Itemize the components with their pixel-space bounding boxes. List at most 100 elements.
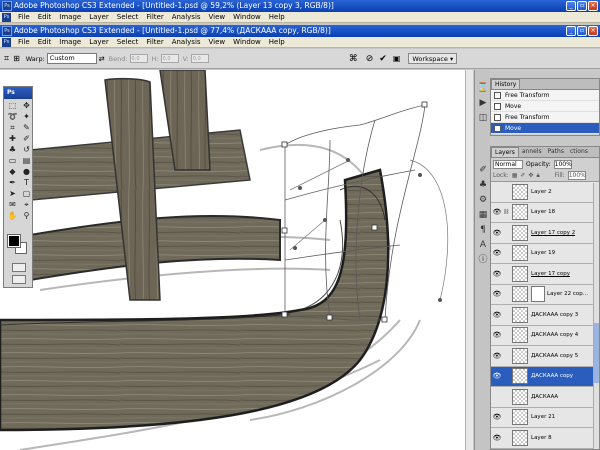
navigator-panel-icon[interactable]: ◫	[477, 112, 489, 124]
menu-window[interactable]: Window	[229, 12, 265, 23]
blend-mode-select[interactable]: Normal	[493, 159, 523, 169]
menu-analysis[interactable]: Analysis	[168, 37, 205, 48]
tab-channels[interactable]: annels	[518, 147, 545, 157]
lasso-tool-icon[interactable]: ➰	[6, 112, 19, 122]
menu-select[interactable]: Select	[113, 12, 143, 23]
bend-field[interactable]: 0,0	[129, 54, 148, 63]
menu-image[interactable]: Image	[55, 37, 85, 48]
menu-image[interactable]: Image	[55, 12, 85, 23]
zoom-tool-icon[interactable]: ⚲	[20, 211, 33, 221]
screen-mode-icon[interactable]	[12, 275, 26, 284]
brushes-panel-icon[interactable]: ✐	[477, 164, 489, 176]
tab-layers[interactable]: Layers	[491, 147, 519, 157]
menu-layer[interactable]: Layer	[85, 12, 113, 23]
healing-brush-tool-icon[interactable]: ✚	[6, 134, 19, 144]
cancel-transform-icon[interactable]: ⊘	[366, 54, 374, 64]
history-panel-icon[interactable]: ⌛	[477, 82, 489, 94]
layer-row[interactable]: 👁︎ Layer 21	[491, 407, 599, 428]
layer-row[interactable]: 👁︎ Layer 17 copy	[491, 264, 599, 285]
minimize-button[interactable]: _	[566, 26, 576, 36]
layer-mask-thumbnail[interactable]	[531, 286, 545, 303]
character-panel-icon[interactable]: A	[477, 239, 489, 251]
menu-analysis[interactable]: Analysis	[168, 12, 205, 23]
document-canvas[interactable]	[0, 70, 465, 450]
menu-help[interactable]: Help	[265, 12, 289, 23]
tool-presets-panel-icon[interactable]: ⚙	[477, 194, 489, 206]
notes-tool-icon[interactable]: ✉	[6, 200, 19, 210]
warp-style-select[interactable]: Custom	[46, 53, 97, 64]
history-state[interactable]: Move	[491, 101, 599, 112]
close-button[interactable]: ×	[588, 1, 598, 11]
eye-icon[interactable]: 👁︎	[491, 372, 503, 380]
fill-field[interactable]: 100%	[567, 171, 586, 180]
workspace-menu[interactable]: Workspace ▾	[408, 53, 458, 64]
eye-icon[interactable]: 👁︎	[491, 413, 503, 421]
menu-edit[interactable]: Edit	[34, 12, 56, 23]
opacity-field[interactable]: 100%	[553, 159, 572, 169]
eraser-tool-icon[interactable]: ▭	[6, 156, 19, 166]
menu-view[interactable]: View	[205, 37, 230, 48]
layer-row[interactable]: 👁︎ Layer 17 copy 2	[491, 223, 599, 244]
lock-all-icon[interactable]: 🔒︎	[536, 172, 539, 180]
eye-icon[interactable]: 👁︎	[491, 352, 503, 360]
switch-transform-icon[interactable]: ⌘	[349, 54, 358, 64]
slice-tool-icon[interactable]: ✎	[20, 123, 33, 133]
gradient-tool-icon[interactable]: ▤	[20, 156, 33, 166]
menu-select[interactable]: Select	[113, 37, 143, 48]
info-panel-icon[interactable]: ⓘ	[477, 254, 489, 266]
menu-help[interactable]: Help	[265, 37, 289, 48]
layer-row[interactable]: 👁︎ ДАСКААА copy 5	[491, 346, 599, 367]
history-state-selected[interactable]: Move	[491, 123, 599, 134]
v-distortion-field[interactable]: 0,0	[190, 54, 209, 63]
menu-layer[interactable]: Layer	[85, 37, 113, 48]
warp-orientation-icon[interactable]: ⇄	[99, 55, 105, 63]
eye-icon[interactable]: 👁︎	[491, 208, 503, 216]
history-state[interactable]: Free Transform	[491, 90, 599, 101]
lock-position-icon[interactable]: ✥	[528, 172, 533, 179]
lock-pixels-icon[interactable]: ✐	[520, 172, 525, 179]
layer-row-selected[interactable]: 👁︎ ДАСКААА copy	[491, 366, 599, 387]
actions-panel-icon[interactable]: ▶	[477, 97, 489, 109]
layer-row[interactable]: ДАСКААА	[491, 387, 599, 408]
menu-file[interactable]: File	[14, 12, 34, 23]
lock-transparency-icon[interactable]: ▦	[512, 172, 518, 179]
eye-icon[interactable]: 👁︎	[491, 229, 503, 237]
canvas-vertical-scrollbar[interactable]	[465, 70, 473, 450]
menu-window[interactable]: Window	[229, 37, 265, 48]
tab-paths[interactable]: Paths	[544, 147, 567, 157]
eyedropper-tool-icon[interactable]: ⌖	[20, 200, 33, 210]
menu-filter[interactable]: Filter	[142, 37, 167, 48]
marquee-tool-icon[interactable]: ⬚	[6, 101, 19, 111]
layer-row[interactable]: 👁︎ ⛓ Layer 18	[491, 202, 599, 223]
restore-button[interactable]: ▫	[577, 1, 587, 11]
layers-scrollbar[interactable]	[593, 183, 599, 449]
menu-edit[interactable]: Edit	[34, 37, 56, 48]
eye-icon[interactable]: 👁︎	[491, 249, 503, 257]
commit-transform-icon[interactable]: ✔	[379, 54, 387, 64]
menu-filter[interactable]: Filter	[142, 12, 167, 23]
toggle-warp-icon[interactable]: ⊞	[13, 54, 20, 63]
eye-icon[interactable]: 👁︎	[491, 270, 503, 278]
brush-tool-icon[interactable]: ✐	[20, 134, 33, 144]
magic-wand-tool-icon[interactable]: ✦	[20, 112, 33, 122]
dodge-tool-icon[interactable]: ●	[20, 167, 33, 177]
close-button[interactable]: ×	[588, 26, 598, 36]
tab-history[interactable]: History	[491, 79, 521, 89]
path-selection-tool-icon[interactable]: ➤	[6, 189, 19, 199]
blur-tool-icon[interactable]: ◆	[6, 167, 19, 177]
eye-icon[interactable]: 👁︎	[491, 331, 503, 339]
move-tool-icon[interactable]: ✥	[20, 101, 33, 111]
layer-row[interactable]: Layer 2	[491, 182, 599, 203]
paragraph-panel-icon[interactable]: ¶	[477, 224, 489, 236]
eye-icon[interactable]: 👁︎	[491, 434, 503, 442]
layer-row[interactable]: 👁︎ ДАСКААА copy 3	[491, 305, 599, 326]
layer-row[interactable]: 👁︎ ДАСКААА copy 4	[491, 325, 599, 346]
layer-row[interactable]: 👁︎ Layer 8	[491, 428, 599, 449]
h-distortion-field[interactable]: 0,0	[160, 54, 179, 63]
tab-actions[interactable]: ctions	[566, 147, 591, 157]
quick-mask-icon[interactable]	[12, 263, 26, 272]
clone-source-panel-icon[interactable]: ♣	[477, 179, 489, 191]
eye-icon[interactable]: 👁︎	[491, 290, 503, 298]
menu-file[interactable]: File	[14, 37, 34, 48]
bridge-icon[interactable]: ▣	[393, 54, 401, 63]
